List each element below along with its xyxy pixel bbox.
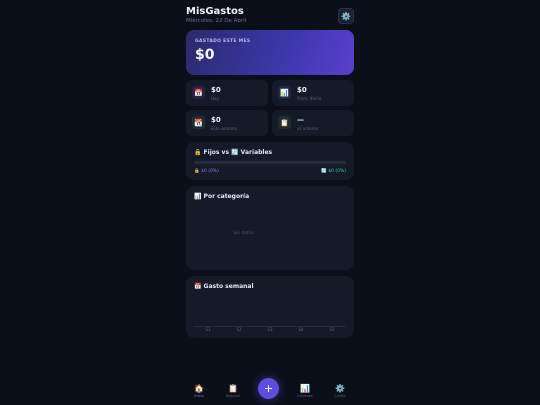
stat-value: $0 bbox=[211, 116, 221, 124]
gear-icon: ⚙️ bbox=[341, 11, 351, 21]
nav-item-home[interactable]: 🏠 Inicio bbox=[188, 384, 210, 398]
fixed-amount: 🔒 $0 (0%) bbox=[194, 169, 219, 174]
add-expense-button[interactable]: + bbox=[258, 378, 279, 399]
monthly-spend-value: $0 bbox=[195, 47, 215, 63]
plus-icon: + bbox=[263, 382, 274, 395]
nav-label: Informes bbox=[297, 394, 313, 398]
monthly-spend-label: GASTADO ESTE MES bbox=[195, 39, 251, 44]
x-tick-label: S5 bbox=[329, 327, 335, 332]
nav-label: Inicio bbox=[194, 394, 204, 398]
stat-label: Hoy bbox=[211, 96, 219, 101]
stat-value: — bbox=[297, 116, 304, 124]
history-icon: 📋 bbox=[228, 384, 238, 393]
stat-daily-average: 📊 $0 Prom. diario bbox=[272, 80, 354, 106]
x-tick-label: S2 bbox=[236, 327, 242, 332]
nav-label: Config bbox=[334, 394, 346, 398]
fixed-variable-bar bbox=[194, 161, 346, 164]
calendar-week-icon: 📆 bbox=[192, 116, 205, 129]
nav-label: Historial bbox=[225, 394, 241, 398]
empty-state: Sin datos bbox=[233, 231, 254, 236]
reports-icon: 📊 bbox=[300, 384, 310, 393]
current-date: Miércoles, 22 De Abril bbox=[186, 18, 247, 24]
calendar-icon: 📅 bbox=[192, 86, 205, 99]
category-card: 📊 Por categoría Sin datos bbox=[186, 186, 354, 270]
settings-button[interactable]: ⚙️ bbox=[338, 8, 354, 24]
fixed-vs-variable-card: 🔒 Fijos vs 🔄 Variables 🔒 $0 (0%) 🔄 $0 (0… bbox=[186, 142, 354, 180]
stat-this-week: 📆 $0 Esta semana bbox=[186, 110, 268, 136]
bar-chart-icon: 📊 bbox=[278, 86, 291, 99]
stat-value: $0 bbox=[297, 86, 307, 94]
nav-item-config[interactable]: ⚙️ Config bbox=[329, 384, 351, 398]
stat-value: $0 bbox=[211, 86, 221, 94]
stat-today: 📅 $0 Hoy bbox=[186, 80, 268, 106]
gear-icon: ⚙️ bbox=[335, 384, 345, 393]
clipboard-icon: 📋 bbox=[278, 116, 291, 129]
nav-item-history[interactable]: 📋 Historial bbox=[222, 384, 244, 398]
home-icon: 🏠 bbox=[194, 384, 204, 393]
variable-amount: 🔄 $0 (0%) bbox=[321, 169, 346, 174]
bottom-nav: 🏠 Inicio 📋 Historial + 📊 Informes ⚙️ Con… bbox=[186, 375, 354, 405]
weekly-card: 📅 Gasto semanal S1 S2 S3 S4 S5 bbox=[186, 276, 354, 338]
x-tick-label: S1 bbox=[205, 327, 211, 332]
header: MisGastos Miércoles, 22 De Abril ⚙️ bbox=[186, 6, 354, 28]
app: MisGastos Miércoles, 22 De Abril ⚙️ GAST… bbox=[186, 0, 354, 405]
card-title: 🔒 Fijos vs 🔄 Variables bbox=[194, 149, 273, 156]
stat-label: Esta semana bbox=[211, 126, 237, 131]
x-tick-label: S4 bbox=[298, 327, 304, 332]
monthly-spend-card: GASTADO ESTE MES $0 bbox=[186, 30, 354, 75]
stat-vs-previous: 📋 — vs anterior bbox=[272, 110, 354, 136]
stat-label: Prom. diario bbox=[297, 96, 322, 101]
nav-item-reports[interactable]: 📊 Informes bbox=[294, 384, 316, 398]
app-title: MisGastos bbox=[186, 6, 244, 17]
stat-label: vs anterior bbox=[297, 126, 319, 131]
card-title: 📊 Por categoría bbox=[194, 193, 250, 200]
x-tick-label: S3 bbox=[267, 327, 273, 332]
card-title: 📅 Gasto semanal bbox=[194, 283, 254, 290]
